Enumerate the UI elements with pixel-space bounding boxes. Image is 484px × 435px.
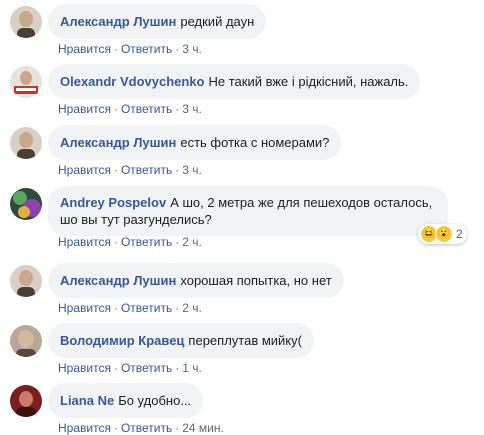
comment-text: переплутав мийку(	[188, 333, 302, 348]
comment-timestamp[interactable]: 2 ч.	[182, 301, 202, 315]
comment-actions: Нравится · Ответить · 24 мин.	[58, 421, 224, 435]
comment-text: Не такий вже і рідкісний, нажаль.	[208, 74, 409, 89]
separator: ·	[113, 42, 118, 56]
comment-bubble: Andrey Pospelov А шо, 2 метра же для пеше…	[48, 186, 448, 236]
comment-item: Александр Лушин есть фотка с номерами? Нр…	[0, 125, 484, 185]
comment-timestamp[interactable]: 3 ч.	[182, 163, 202, 177]
like-button[interactable]: Нравится	[58, 102, 111, 116]
comment-actions: Нравится · Ответить · 2 ч.	[58, 301, 202, 315]
comment-item: Володимир Кравец переплутав мийку( Нравит…	[0, 323, 484, 383]
separator: ·	[175, 301, 180, 315]
comment-item: Александр Лушин хорошая попытка, но нет Н…	[0, 263, 484, 323]
separator: ·	[175, 42, 180, 56]
comment-bubble: Александр Лушин есть фотка с номерами?	[48, 125, 342, 160]
separator: ·	[113, 421, 118, 435]
like-button[interactable]: Нравится	[58, 421, 111, 435]
reply-button[interactable]: Ответить	[121, 301, 172, 315]
comment-text: есть фотка с номерами?	[180, 135, 330, 150]
comment-actions: Нравится · Ответить · 2 ч.	[58, 235, 202, 249]
comment-item: Andrey Pospelov А шо, 2 метра же для пеше…	[0, 186, 484, 256]
comment-author[interactable]: Andrey Pospelov	[60, 195, 166, 210]
comment-timestamp[interactable]: 1 ч.	[182, 361, 202, 375]
comment-actions: Нравится · Ответить · 3 ч.	[58, 163, 202, 177]
comment-author[interactable]: Liana Ne	[60, 393, 114, 408]
comment-text: редкий даун	[180, 14, 255, 29]
reaction-summary[interactable]: 😆 😮 2	[418, 224, 467, 244]
comment-author[interactable]: Olexandr Vdovychenko	[60, 74, 205, 89]
like-button[interactable]: Нравится	[58, 301, 111, 315]
comment-item: Olexandr Vdovychenko Не такий вже і рідкі…	[0, 64, 484, 124]
separator: ·	[175, 421, 180, 435]
separator: ·	[113, 163, 118, 177]
reply-button[interactable]: Ответить	[121, 421, 172, 435]
comment-text: Бо удобно...	[118, 393, 192, 408]
reaction-count: 2	[456, 227, 463, 241]
separator: ·	[175, 361, 180, 375]
separator: ·	[113, 361, 118, 375]
avatar[interactable]	[10, 127, 42, 159]
comment-actions: Нравится · Ответить · 3 ч.	[58, 42, 202, 56]
separator: ·	[113, 235, 118, 249]
avatar[interactable]	[10, 385, 42, 417]
separator: ·	[175, 235, 180, 249]
wow-icon: 😮	[435, 225, 453, 243]
comment-timestamp[interactable]: 3 ч.	[182, 42, 202, 56]
avatar[interactable]	[10, 6, 42, 38]
comment-bubble: Liana Ne Бо удобно...	[48, 383, 204, 418]
like-button[interactable]: Нравится	[58, 42, 111, 56]
comment-text: хорошая попытка, но нет	[180, 273, 332, 288]
avatar[interactable]	[10, 325, 42, 357]
comment-author[interactable]: Александр Лушин	[60, 135, 176, 150]
comment-author[interactable]: Александр Лушин	[60, 273, 176, 288]
comment-item: Александр Лушин редкий даун Нравится · Отве…	[0, 4, 484, 64]
comment-timestamp[interactable]: 2 ч.	[182, 235, 202, 249]
comment-timestamp[interactable]: 3 ч.	[182, 102, 202, 116]
reply-button[interactable]: Ответить	[121, 235, 172, 249]
comment-item: Liana Ne Бо удобно... Нравится · Ответить · 2…	[0, 383, 484, 435]
reply-button[interactable]: Ответить	[121, 361, 172, 375]
like-button[interactable]: Нравится	[58, 235, 111, 249]
separator: ·	[113, 301, 118, 315]
like-button[interactable]: Нравится	[58, 361, 111, 375]
reply-button[interactable]: Ответить	[121, 102, 172, 116]
comment-actions: Нравится · Ответить · 3 ч.	[58, 102, 202, 116]
separator: ·	[175, 102, 180, 116]
reply-button[interactable]: Ответить	[121, 163, 172, 177]
separator: ·	[113, 102, 118, 116]
comment-author[interactable]: Александр Лушин	[60, 14, 176, 29]
comment-bubble: Александр Лушин редкий даун	[48, 4, 267, 39]
separator: ·	[175, 163, 180, 177]
avatar[interactable]	[10, 66, 42, 98]
comment-timestamp[interactable]: 24 мин.	[182, 421, 224, 435]
reply-button[interactable]: Ответить	[121, 42, 172, 56]
avatar[interactable]	[10, 188, 42, 220]
avatar[interactable]	[10, 265, 42, 297]
comment-author[interactable]: Володимир Кравец	[60, 333, 184, 348]
comment-bubble: Olexandr Vdovychenko Не такий вже і рідкі…	[48, 64, 421, 99]
comment-actions: Нравится · Ответить · 1 ч.	[58, 361, 202, 375]
comment-bubble: Володимир Кравец переплутав мийку(	[48, 323, 314, 358]
comment-bubble: Александр Лушин хорошая попытка, но нет	[48, 263, 344, 298]
like-button[interactable]: Нравится	[58, 163, 111, 177]
